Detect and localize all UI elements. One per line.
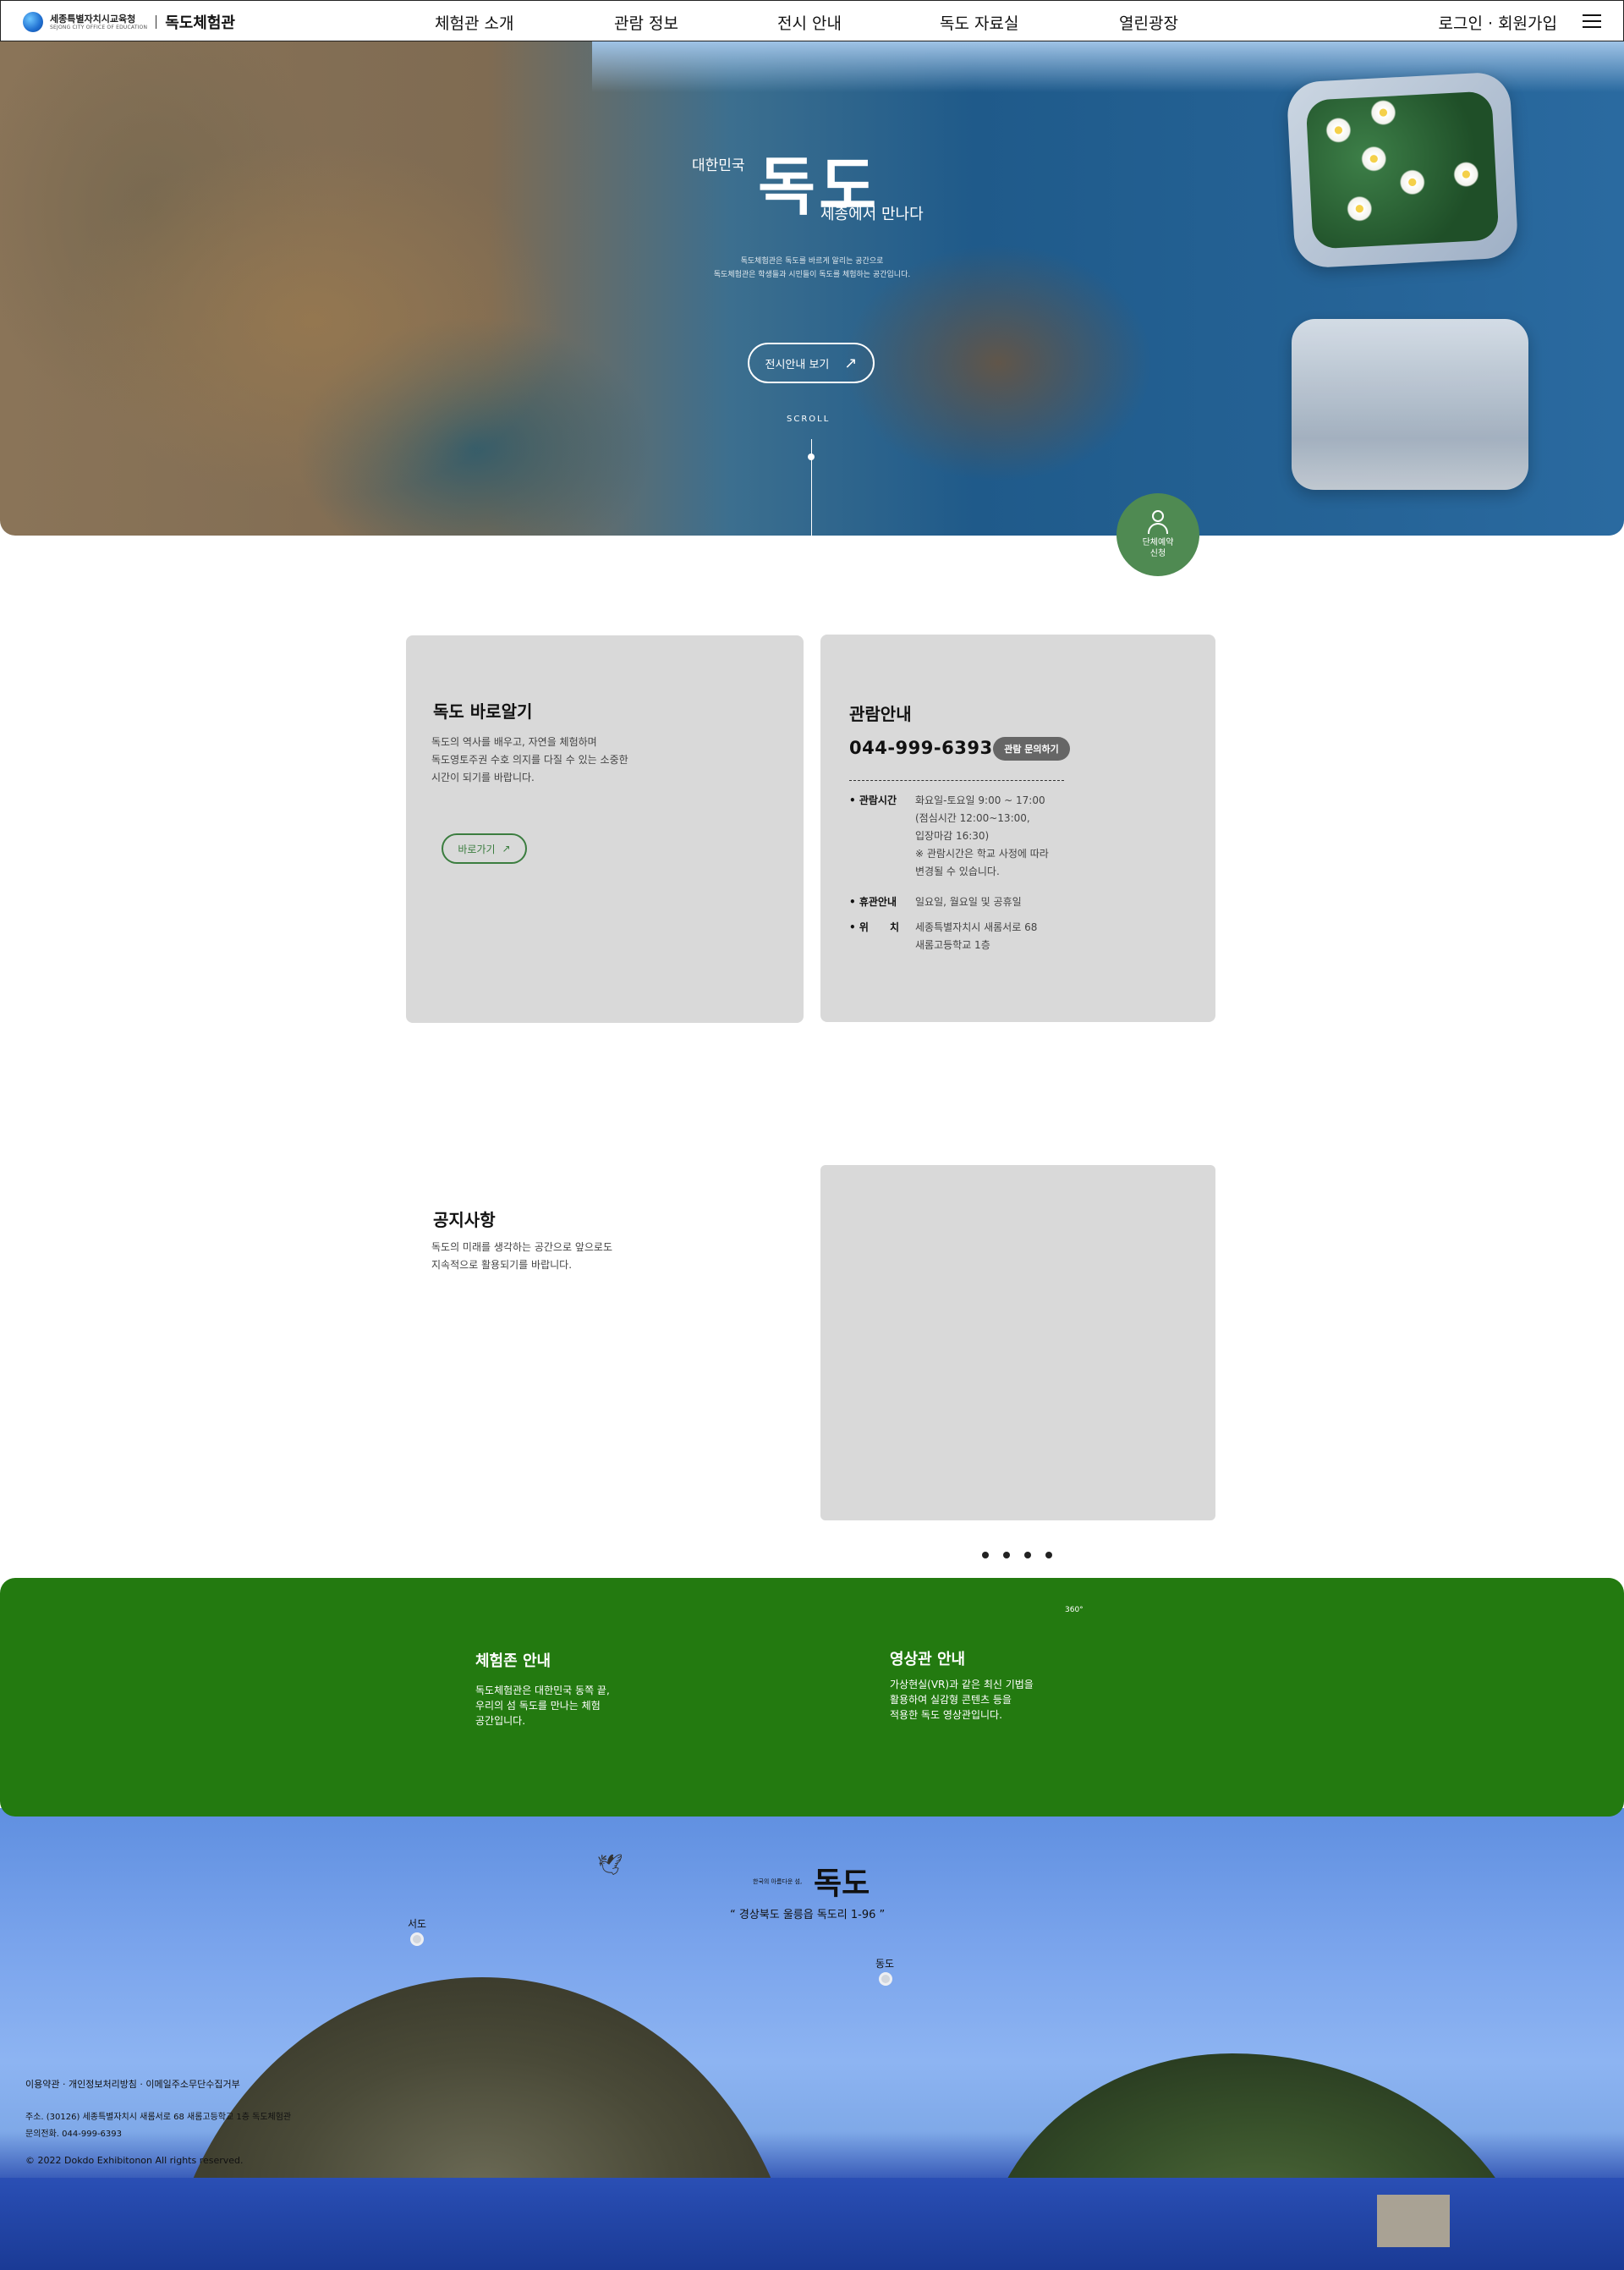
hero-small-title: 대한민국 xyxy=(692,157,745,174)
hero-desc-line: 독도체험관은 학생들과 시민들이 독도를 체험하는 공간입니다. xyxy=(713,271,911,279)
person-icon xyxy=(1147,510,1169,534)
location-big-title: 독도 xyxy=(814,1866,870,1901)
hero-title: 대한민국 독도 세종에서 만나다 xyxy=(692,136,946,238)
scroll-indicator-dot xyxy=(808,453,815,460)
video-hall-title[interactable]: 영상관 안내 xyxy=(890,1647,965,1669)
hero-desc-line: 독도체험관은 독도를 바르게 알리는 공간으로 xyxy=(740,257,884,266)
nav-item-exhibition[interactable]: 전시 안내 xyxy=(777,11,842,34)
nav-item-archive[interactable]: 독도 자료실 xyxy=(940,11,1018,34)
site-header: 세종특별자치시교육청 SEJONG CITY OFFICE OF EDUCATI… xyxy=(0,0,1624,41)
dokdo-intro-title: 독도 바로알기 xyxy=(433,701,533,722)
flower-photo-card[interactable] xyxy=(1286,71,1519,269)
footer-address: 주소. (30126) 세종특별자치시 새롬서로 68 새롬고등학교 1층 독도… xyxy=(25,2113,292,2139)
notice-slide[interactable] xyxy=(820,1165,1215,1520)
info-value: 화요일-토요일 9:00 ~ 17:00 (점심시간 12:00~13:00, … xyxy=(915,794,1049,877)
info-value: 일요일, 월요일 및 공휴일 xyxy=(915,896,1022,908)
east-island-marker[interactable] xyxy=(879,1972,892,1986)
video-hall-text: 가상현실(VR)과 같은 최신 기법을 활용하여 실감형 콘텐츠 등을 적용한 … xyxy=(890,1679,1034,1721)
notice-title: 공지사항 xyxy=(433,1210,496,1230)
slider-dot[interactable] xyxy=(982,1552,989,1558)
main-nav: 체험관 소개 관람 정보 전시 안내 독도 자료실 열린광장 xyxy=(1,11,1624,33)
dotted-divider xyxy=(849,780,1064,781)
dokdo-intro-card: 독도 바로알기 독도의 역사를 배우고, 자연을 체험하며 독도영토주권 수호 … xyxy=(406,635,804,1023)
info-row-location: • 위 치 세종특별자치시 새롬서로 68 새롬고등학교 1층 xyxy=(849,919,1188,954)
info-label: • 관람시간 xyxy=(849,794,897,806)
seagull-icon: 🕊 xyxy=(597,1853,623,1877)
nav-item-about[interactable]: 체험관 소개 xyxy=(435,11,513,34)
guide-section: 체험존 안내 독도체험관은 대한민국 동쪽 끝, 우리의 섬 독도를 만나는 체… xyxy=(0,1578,1624,1817)
exhibition-guide-label: 전시안내 보기 xyxy=(765,358,830,371)
flower-photo xyxy=(1305,91,1500,250)
go-button[interactable]: 바로가기 ↗ xyxy=(442,833,527,864)
hero-description: 독도체험관은 독도를 바르게 알리는 공간으로 독도체험관은 학생들과 시민들이… xyxy=(694,255,930,282)
sea-photo-card[interactable] xyxy=(1292,319,1528,490)
nav-item-visit-info[interactable]: 관람 정보 xyxy=(614,11,678,34)
page: 세종특별자치시교육청 SEJONG CITY OFFICE OF EDUCATI… xyxy=(0,0,1624,2270)
east-island-label: 동도 xyxy=(875,1958,895,1970)
visit-info-card: 관람안내 044-999-6393 관람 문의하기 • 관람시간 화요일-토요일… xyxy=(820,635,1215,1022)
slider-dot[interactable] xyxy=(1003,1552,1010,1558)
dokdo-address: “ 경상북도 울릉읍 독도리 1-96 ” xyxy=(730,1909,886,1921)
info-row-hours: • 관람시간 화요일-토요일 9:00 ~ 17:00 (점심시간 12:00~… xyxy=(849,792,1188,881)
visit-info-title: 관람안내 xyxy=(849,704,912,724)
info-label: • 휴관안내 xyxy=(849,896,897,908)
nav-item-open-square[interactable]: 열린광장 xyxy=(1119,11,1178,34)
location-small-title: 한국의 아름다운 섬, xyxy=(753,1878,803,1885)
go-button-label: 바로가기 xyxy=(458,843,496,855)
experience-zone-title[interactable]: 체험존 안내 xyxy=(475,1649,551,1671)
info-label: • 위 치 xyxy=(849,921,899,933)
slider-dot[interactable] xyxy=(1024,1552,1031,1558)
slider-dot[interactable] xyxy=(1045,1552,1052,1558)
footer-copyright: © 2022 Dokdo Exhibitonon All rights rese… xyxy=(25,2155,244,2166)
visit-inquiry-button[interactable]: 관람 문의하기 xyxy=(993,737,1070,761)
scroll-to-top-button[interactable] xyxy=(1377,2195,1450,2247)
vr-360-tag: 360° xyxy=(1065,1606,1084,1614)
info-value: 세종특별자치시 새롬서로 68 새롬고등학교 1층 xyxy=(915,921,1038,951)
hamburger-menu-icon[interactable] xyxy=(1583,14,1601,28)
arrow-up-right-icon: ↗ xyxy=(502,843,511,855)
hero-subtitle: 세종에서 만나다 xyxy=(820,206,924,223)
group-reservation-button[interactable]: 단체예약 신청 xyxy=(1116,493,1199,576)
login-signup-link[interactable]: 로그인 · 회원가입 xyxy=(1439,11,1557,34)
group-reservation-label: 단체예약 신청 xyxy=(1142,538,1174,558)
dokdo-location-section: 🕊 한국의 아름다운 섬, 독도 “ 경상북도 울릉읍 독도리 1-96 ” 서… xyxy=(0,1808,1624,2270)
west-island-marker[interactable] xyxy=(410,1932,424,1946)
arrow-up-right-icon: ↗ xyxy=(844,354,858,372)
hero-banner: 대한민국 독도 세종에서 만나다 독도체험관은 독도를 바르게 알리는 공간으로… xyxy=(0,41,1624,536)
footer-links[interactable]: 이용약관 · 개인정보처리방침 · 이메일주소무단수집거부 xyxy=(25,2077,240,2091)
scroll-label: SCROLL xyxy=(787,415,831,424)
exhibition-guide-button[interactable]: 전시안내 보기 ↗ xyxy=(748,343,875,383)
experience-zone-text: 독도체험관은 대한민국 동쪽 끝, 우리의 섬 독도를 만나는 체험 공간입니다… xyxy=(475,1685,610,1727)
dokdo-intro-text: 독도의 역사를 배우고, 자연을 체험하며 독도영토주권 수호 의지를 다질 수… xyxy=(431,736,628,783)
notice-text: 독도의 미래를 생각하는 공간으로 앞으로도 지속적으로 활용되기를 바랍니다. xyxy=(431,1241,612,1271)
west-island-label: 서도 xyxy=(408,1918,427,1930)
slider-pagination xyxy=(982,1552,1052,1558)
phone-number: 044-999-6393 xyxy=(849,738,993,758)
info-row-closed: • 휴관안내 일요일, 월요일 및 공휴일 xyxy=(849,893,1188,911)
